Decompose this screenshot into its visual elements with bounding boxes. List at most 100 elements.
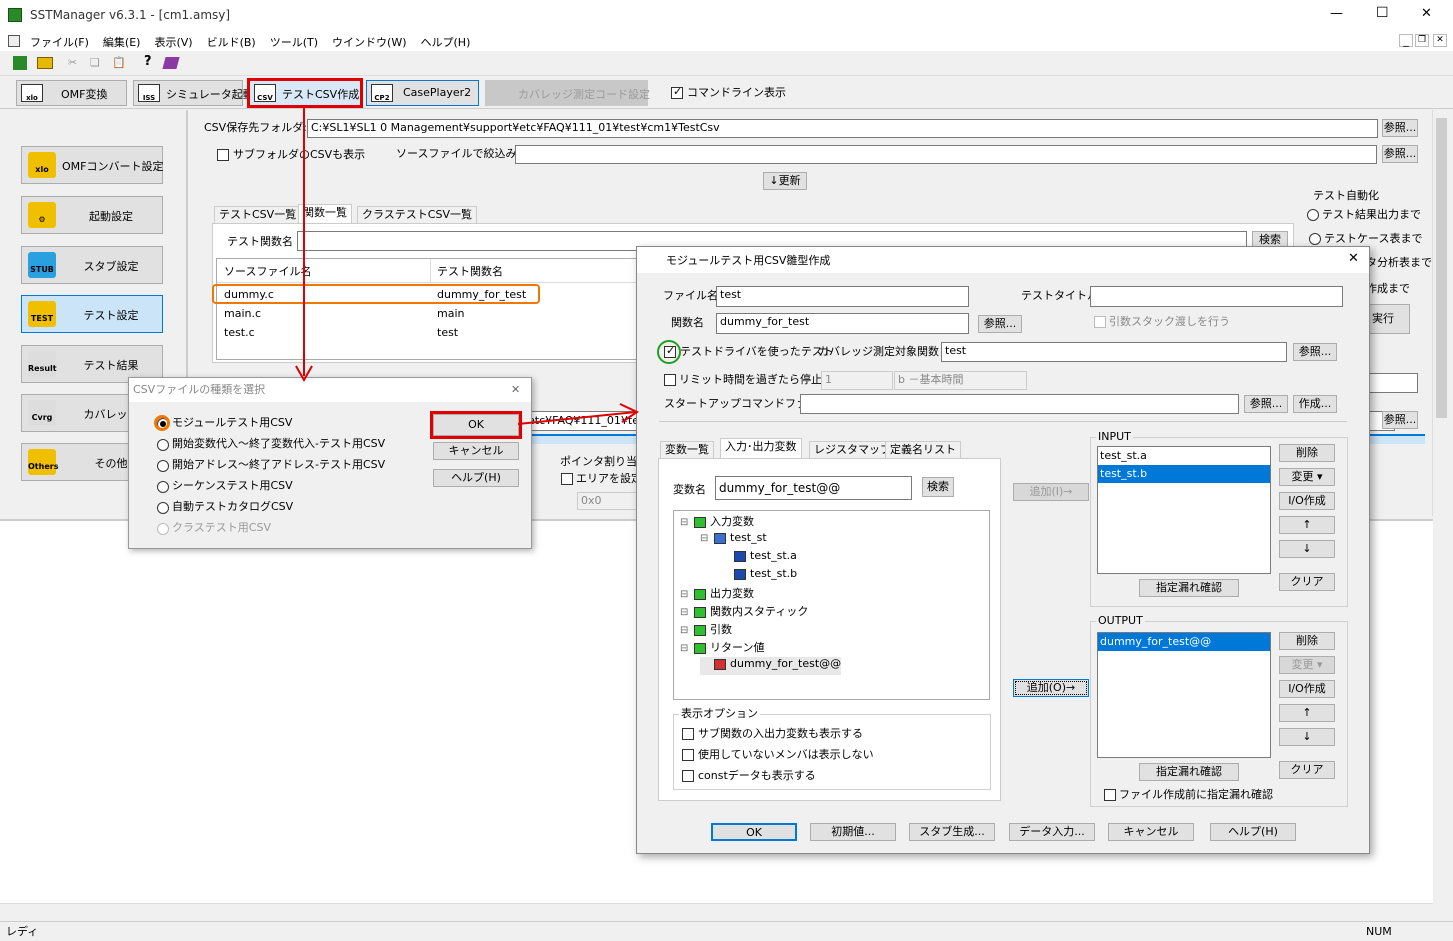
source-filter-field[interactable]: [515, 145, 1377, 164]
startup-field[interactable]: [800, 394, 1239, 414]
menu-item[interactable]: ファイル(F): [30, 34, 89, 50]
auto-radio[interactable]: [1307, 209, 1319, 221]
var-search-button[interactable]: 検索: [922, 477, 954, 497]
main-scrollbar[interactable]: [1432, 110, 1449, 516]
sidebar-item-3[interactable]: TEST テスト設定: [21, 295, 163, 333]
module-help-button[interactable]: ヘルプ(H): [1210, 823, 1296, 841]
function-browse-button[interactable]: 参照...: [978, 315, 1022, 333]
csv-type-radio[interactable]: [157, 481, 169, 493]
input-down-button[interactable]: ↓: [1279, 540, 1335, 558]
tab-test-csv-list[interactable]: テストCSV一覧: [214, 206, 302, 224]
sidebar-item-1[interactable]: ⚙ 起動設定: [21, 196, 163, 234]
auto-radio[interactable]: [1309, 233, 1321, 245]
tree-item[interactable]: test_st.b: [720, 567, 797, 585]
csv-dialog-close-icon[interactable]: ✕: [511, 383, 520, 397]
test-csv-create-button[interactable]: CSV テストCSV作成: [247, 78, 363, 108]
function-name-field[interactable]: dummy_for_test: [716, 313, 969, 334]
input-io-create-button[interactable]: I/O作成: [1279, 492, 1335, 510]
startup-make-button[interactable]: 作成...: [1293, 395, 1337, 413]
input-change-button[interactable]: 変更 ▾: [1279, 468, 1335, 486]
copy-icon[interactable]: ❏: [90, 56, 100, 70]
output-clear-button[interactable]: クリア: [1279, 761, 1335, 779]
col-source[interactable]: ソースファイル名: [224, 265, 311, 279]
minimize-icon[interactable]: —: [1330, 7, 1343, 21]
csv-type-radio[interactable]: [157, 439, 169, 451]
pre-check-checkbox[interactable]: [1104, 789, 1116, 801]
tree-item[interactable]: ⊟ リターン値: [680, 639, 764, 657]
path-browse-button[interactable]: 参照...: [1382, 411, 1418, 429]
module-ok-button[interactable]: OK: [711, 823, 797, 841]
display-option-checkbox[interactable]: [682, 749, 694, 761]
update-button[interactable]: ↓更新: [763, 172, 807, 190]
input-up-button[interactable]: ↑: [1279, 516, 1335, 534]
var-name-field[interactable]: dummy_for_test@@: [715, 476, 912, 500]
area-checkbox[interactable]: [561, 473, 573, 485]
tab-class-test-csv-list[interactable]: クラステストCSV一覧: [357, 206, 477, 224]
menu-item[interactable]: 編集(E): [103, 34, 141, 50]
sidebar-item-0[interactable]: xlo OMFコンバート設定: [21, 146, 163, 184]
output-io-create-button[interactable]: I/O作成: [1279, 680, 1335, 698]
csv-ok-button[interactable]: OK: [430, 411, 522, 439]
list-item[interactable]: test_st.a: [1098, 447, 1270, 465]
tab-function-list[interactable]: 関数一覧: [298, 204, 352, 224]
csv-type-radio[interactable]: [157, 460, 169, 472]
output-listbox[interactable]: dummy_for_test@@: [1097, 632, 1271, 758]
output-down-button[interactable]: ↓: [1279, 728, 1335, 746]
h-scrollbar[interactable]: [0, 903, 1433, 920]
init-value-button[interactable]: 初期値...: [810, 823, 896, 841]
mdi-restore-icon[interactable]: ❐: [1415, 34, 1429, 47]
coverage-browse-button[interactable]: 参照...: [1293, 343, 1337, 361]
new-icon[interactable]: [13, 56, 27, 70]
module-dialog-close-icon[interactable]: ✕: [1348, 252, 1359, 266]
menu-item[interactable]: ヘルプ(H): [421, 34, 471, 50]
omf-convert-button[interactable]: xlo OMF変換: [16, 80, 127, 106]
menu-item[interactable]: ツール(T): [270, 34, 318, 50]
test-title-field[interactable]: [1090, 286, 1343, 307]
simulator-start-button[interactable]: ISS シミュレータ起動: [133, 80, 254, 106]
output-scrollbar[interactable]: [1433, 519, 1450, 920]
tab-register-map[interactable]: レジスタマップ: [809, 441, 896, 459]
input-delete-button[interactable]: 削除: [1279, 444, 1335, 462]
display-option-checkbox[interactable]: [682, 770, 694, 782]
tree-item[interactable]: ⊟ test_st: [700, 531, 767, 549]
sidebar-item-2[interactable]: STUB スタブ設定: [21, 246, 163, 284]
book-icon[interactable]: [162, 57, 180, 69]
file-name-field[interactable]: test: [716, 286, 969, 307]
menu-item[interactable]: 表示(V): [154, 34, 192, 50]
list-item[interactable]: test_st.b: [1098, 465, 1270, 483]
tree-item[interactable]: ⊟ 入力変数: [680, 513, 754, 531]
close-icon[interactable]: ✕: [1421, 7, 1432, 21]
tab-define-list[interactable]: 定義名リスト: [885, 441, 961, 459]
caseplayer2-button[interactable]: CP2 CasePlayer2: [366, 80, 479, 106]
tree-item[interactable]: dummy_for_test@@: [700, 657, 842, 675]
commandline-checkbox[interactable]: [671, 85, 683, 99]
display-option-checkbox[interactable]: [682, 728, 694, 740]
cut-icon[interactable]: ✂: [68, 56, 77, 70]
tree-item[interactable]: ⊟ 出力変数: [680, 585, 754, 603]
csv-folder-browse-button[interactable]: 参照...: [1382, 119, 1418, 137]
tree-item[interactable]: ⊟ 関数内スタティック: [680, 603, 808, 621]
tab-io-variables[interactable]: 入力･出力変数: [720, 438, 802, 459]
startup-browse-button[interactable]: 参照...: [1244, 395, 1288, 413]
data-input-button[interactable]: データ入力...: [1009, 823, 1095, 841]
input-clear-button[interactable]: クリア: [1279, 573, 1335, 591]
coverage-func-field[interactable]: test: [941, 342, 1287, 362]
tree-item[interactable]: test_st.a: [720, 549, 797, 567]
input-check-button[interactable]: 指定漏れ確認: [1139, 579, 1239, 597]
help-icon[interactable]: ?: [144, 55, 152, 69]
filter-browse-button[interactable]: 参照...: [1382, 145, 1418, 163]
csv-type-radio[interactable]: [157, 502, 169, 514]
list-item[interactable]: dummy_for_test@@: [1098, 633, 1270, 651]
tab-variable-list[interactable]: 変数一覧: [660, 441, 714, 459]
csv-cancel-button[interactable]: キャンセル: [433, 442, 519, 460]
output-up-button[interactable]: ↑: [1279, 704, 1335, 722]
output-delete-button[interactable]: 削除: [1279, 632, 1335, 650]
input-listbox[interactable]: test_st.a test_st.b: [1097, 446, 1271, 574]
output-check-button[interactable]: 指定漏れ確認: [1139, 763, 1239, 781]
mdi-minimize-icon[interactable]: _: [1399, 34, 1413, 47]
col-func[interactable]: テスト関数名: [437, 265, 503, 279]
menu-item[interactable]: ビルド(B): [207, 34, 256, 50]
open-icon[interactable]: [37, 57, 53, 69]
maximize-icon[interactable]: ☐: [1376, 6, 1389, 20]
module-cancel-button[interactable]: キャンセル: [1108, 823, 1194, 841]
